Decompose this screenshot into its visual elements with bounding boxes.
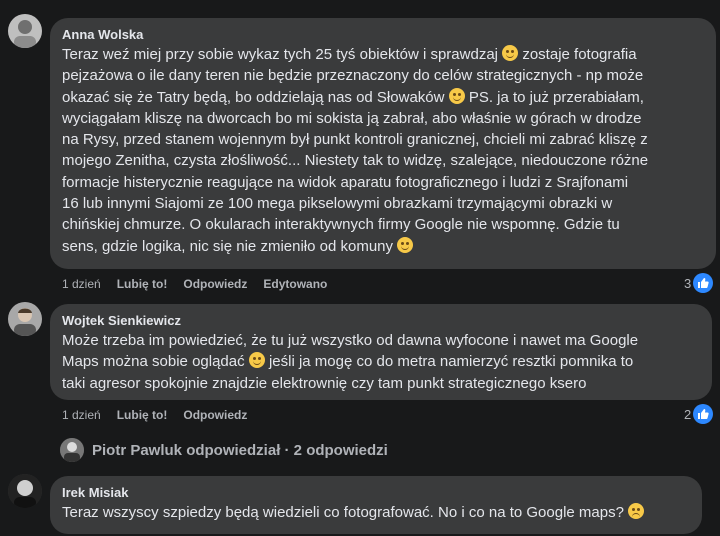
like-button[interactable]: Lubię to! [117,408,168,422]
replies-summary-text: Piotr Pawluk odpowiedział · 2 odpowiedzi [92,441,388,459]
reply-button[interactable]: Odpowiedz [183,408,247,422]
comment-author[interactable]: Irek Misiak [62,484,690,502]
comment-text: Teraz wszyscy szpiedzy będą wiedzieli co… [62,502,690,523]
like-button[interactable]: Lubię to! [117,277,168,291]
reply-button[interactable]: Odpowiedz [183,277,247,291]
comment-time[interactable]: 1 dzień [62,408,101,422]
avatar-piotr-pawluk [60,438,84,462]
comment-bubble: Irek Misiak Teraz wszyscy szpiedzy będą … [50,476,702,534]
reaction-summary[interactable]: 2 [684,404,714,424]
reaction-count: 3 [684,275,692,291]
comment-bubble: Wojtek Sienkiewicz Może trzeba im powied… [50,304,712,400]
wink-emoji-icon [248,352,265,369]
reaction-count: 2 [684,406,692,422]
wink-emoji-icon [448,87,465,104]
comment-actions: 1 dzień Lubię to! Odpowiedz Edytowano [62,277,327,291]
comment-text: Może trzeba im powiedzieć, że tu już wsz… [62,332,639,392]
wink-emoji-icon [397,236,414,253]
like-reaction-icon [693,404,714,424]
avatar-anna-wolska[interactable] [8,14,42,48]
comment-actions: 1 dzień Lubię to! Odpowiedz [62,408,247,422]
avatar-wojtek-sienkiewicz[interactable] [8,302,42,336]
comment-author[interactable]: Wojtek Sienkiewicz [62,312,700,330]
frown-emoji-icon [628,503,645,519]
avatar-irek-misiak[interactable] [8,474,42,508]
view-replies-link[interactable]: Piotr Pawluk odpowiedział · 2 odpowiedzi [60,438,388,462]
comment-time[interactable]: 1 dzień [62,277,101,291]
reaction-summary[interactable]: 3 [684,273,714,293]
comment-text: Teraz weź miej przy sobie wykaz tych 25 … [62,45,649,255]
wink-emoji-icon [502,45,519,61]
comment-bubble: Anna Wolska Teraz weź miej przy sobie wy… [50,18,716,269]
edited-label: Edytowano [263,277,328,291]
comment-author[interactable]: Anna Wolska [62,26,704,44]
like-reaction-icon [693,273,714,293]
